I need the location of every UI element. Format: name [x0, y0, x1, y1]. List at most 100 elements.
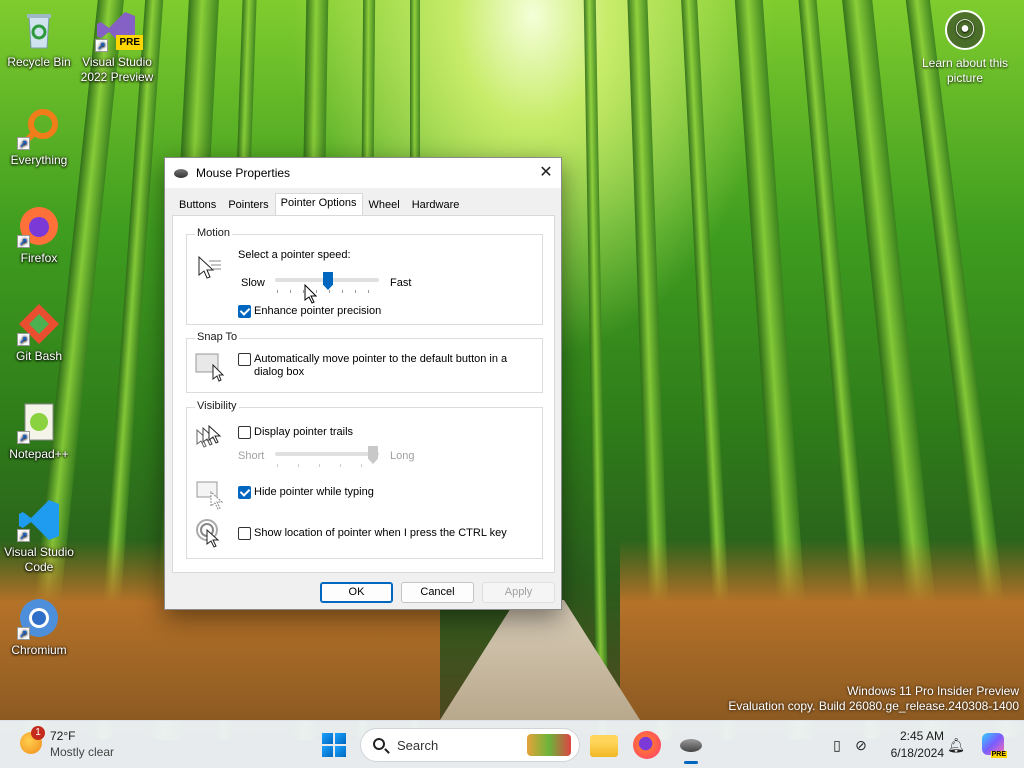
desktop-icon-notepad-plus-plus[interactable]: ↗ Notepad++ [0, 400, 78, 462]
ok-button[interactable]: OK [320, 582, 393, 603]
desktop-icon-vscode[interactable]: ↗ Visual Studio Code [0, 498, 78, 575]
tab-pointers[interactable]: Pointers [222, 195, 275, 216]
desktop-icon-label: Visual Studio Code [4, 545, 74, 574]
start-button[interactable] [322, 733, 346, 757]
visibility-group: Visibility Display pointer trails Short … [186, 400, 543, 559]
search-placeholder: Search [397, 738, 439, 753]
everything-search-icon: ↗ [17, 106, 61, 150]
snap-to-group-label: Snap To [195, 331, 240, 343]
notification-badge: 1 [31, 726, 45, 740]
desktop-icon-git-bash[interactable]: ↗ Git Bash [0, 302, 78, 364]
weather-condition: Mostly clear [50, 745, 115, 759]
apply-button[interactable]: Apply [482, 582, 555, 603]
tab-wheel[interactable]: Wheel [362, 195, 406, 216]
taskbar-search[interactable]: Search [360, 728, 580, 762]
notification-bell-icon[interactable]: 🔔︎ [947, 736, 965, 754]
enhance-precision-checkbox[interactable] [238, 305, 251, 318]
shortcut-arrow-icon: ↗ [17, 431, 30, 444]
weather-temperature: 72°F [50, 729, 76, 743]
learn-about-picture[interactable]: ⦿ Learn about this picture [920, 10, 1010, 86]
mouse-cursor-icon [304, 284, 318, 304]
dialog-title: Mouse Properties [196, 166, 291, 180]
slow-label: Slow [241, 277, 265, 289]
desktop-icon-label: Firefox [20, 251, 58, 265]
hide-pointer-icon [196, 481, 224, 510]
shortcut-arrow-icon: ↗ [17, 137, 30, 150]
hide-pointer-label: Hide pointer while typing [254, 486, 374, 498]
pointer-options-panel: Motion Select a pointer speed: Slow Fast… [172, 215, 555, 573]
shortcut-arrow-icon: ↗ [17, 529, 30, 542]
motion-group: Motion Select a pointer speed: Slow Fast… [186, 227, 543, 325]
shortcut-arrow-icon: ↗ [17, 333, 30, 346]
visual-studio-preview-icon: PRE ↗ [95, 8, 143, 52]
pointer-trails-icon [196, 424, 222, 448]
search-highlight-icon [527, 734, 571, 756]
vscode-icon: ↗ [17, 498, 61, 542]
git-bash-icon: ↗ [17, 302, 61, 346]
copilot-preview-badge: PRE [990, 751, 1007, 758]
snap-to-label: Automatically move pointer to the defaul… [254, 353, 508, 378]
fast-label: Fast [390, 277, 412, 289]
taskbar-firefox-icon[interactable] [633, 731, 661, 759]
desktop-icon-label: Everything [10, 153, 68, 167]
motion-group-label: Motion [195, 227, 233, 239]
taskbar: 1 72°F Mostly clear Search ▯ ⊘ 2:45 AM 6… [0, 720, 1024, 768]
ctrl-locate-checkbox[interactable] [238, 527, 251, 540]
tab-hardware[interactable]: Hardware [405, 195, 466, 216]
recycle-bin-icon [17, 8, 61, 52]
desktop-icon-label: Chromium [11, 643, 67, 657]
pointer-trails-slider[interactable] [368, 446, 378, 464]
short-label: Short [238, 450, 265, 462]
close-button[interactable]: ✕ [531, 158, 561, 188]
ctrl-locate-label: Show location of pointer when I press th… [254, 527, 507, 539]
preview-badge: PRE [116, 35, 143, 50]
pointer-trails-checkbox[interactable] [238, 426, 251, 439]
desktop-icon-label: Recycle Bin [7, 55, 71, 69]
watermark-line-1: Windows 11 Pro Insider Preview [847, 684, 1019, 698]
taskbar-clock[interactable]: 2:45 AM 6/18/2024 [880, 728, 944, 762]
desktop-icon-everything[interactable]: ↗ Everything [0, 106, 78, 168]
weather-widget[interactable]: 1 72°F Mostly clear [16, 726, 136, 762]
windows-logo-icon [322, 733, 333, 744]
copilot-icon[interactable]: PRE [982, 733, 1007, 758]
device-icon[interactable]: ▯ [828, 736, 846, 754]
shortcut-arrow-icon: ↗ [17, 627, 30, 640]
shortcut-arrow-icon: ↗ [17, 235, 30, 248]
taskbar-mouse-properties-icon[interactable] [676, 731, 704, 764]
hide-pointer-checkbox[interactable] [238, 486, 251, 499]
desktop-icon-visual-studio-preview[interactable]: PRE ↗ Visual Studio 2022 Preview [78, 8, 156, 85]
desktop-icon-firefox[interactable]: ↗ Firefox [0, 204, 78, 266]
snap-to-group: Snap To Automatically move pointer to th… [186, 331, 543, 393]
desktop-icon-label: Notepad++ [9, 447, 69, 461]
learn-about-picture-icon: ⦿ [945, 10, 985, 50]
network-icon[interactable]: ⊘ [852, 736, 870, 754]
tab-pointer-options[interactable]: Pointer Options [274, 193, 363, 216]
active-indicator [684, 761, 698, 764]
desktop-icon-label: Visual Studio 2022 Preview [80, 55, 154, 84]
file-explorer-icon[interactable] [590, 735, 618, 757]
tab-strip: Buttons Pointers Pointer Options Wheel H… [173, 193, 466, 216]
notepad-plus-plus-icon: ↗ [17, 400, 61, 444]
pointer-trails-label: Display pointer trails [254, 426, 354, 438]
snap-to-checkbox[interactable] [238, 353, 251, 366]
chromium-icon: ↗ [17, 596, 61, 640]
tab-buttons[interactable]: Buttons [173, 195, 223, 216]
pointer-trails-track [275, 452, 379, 456]
long-label: Long [390, 450, 415, 462]
ctrl-locate-icon [196, 519, 220, 548]
clock-date: 6/18/2024 [890, 746, 944, 760]
os-watermark: Windows 11 Pro Insider Preview Evaluatio… [728, 684, 1019, 714]
snap-to-icon [195, 353, 225, 382]
enhance-precision-label: Enhance pointer precision [254, 305, 382, 317]
pointer-speed-icon [198, 255, 221, 279]
pointer-speed-slider[interactable] [323, 272, 333, 290]
pointer-speed-label: Select a pointer speed: [238, 249, 351, 261]
cancel-button[interactable]: Cancel [401, 582, 474, 603]
clock-time: 2:45 AM [899, 729, 944, 743]
desktop-icon-recycle-bin[interactable]: Recycle Bin [0, 8, 78, 70]
desktop-icon-chromium[interactable]: ↗ Chromium [0, 596, 78, 658]
shortcut-arrow-icon: ↗ [95, 39, 108, 52]
dialog-titlebar[interactable]: Mouse Properties ✕ [165, 158, 561, 188]
mouse-icon [174, 168, 188, 178]
learn-about-picture-label: Learn about this picture [921, 56, 1009, 85]
